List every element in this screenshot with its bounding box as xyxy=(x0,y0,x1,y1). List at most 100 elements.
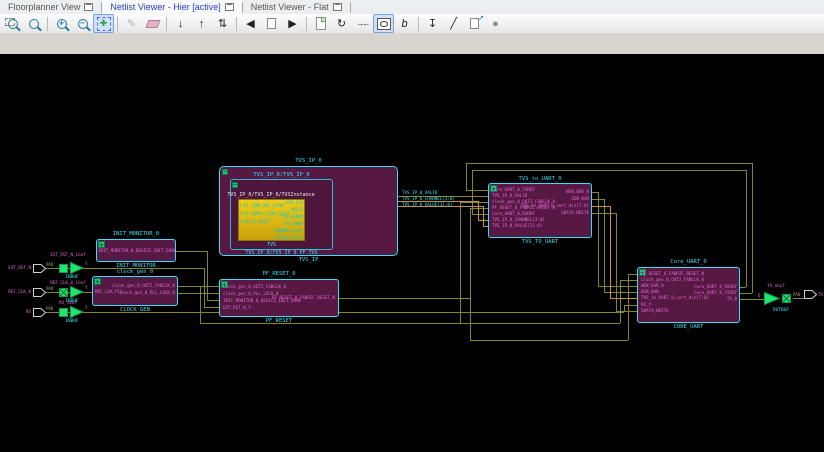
output-port[interactable] xyxy=(804,290,817,299)
wire[interactable] xyxy=(466,163,467,190)
wire[interactable] xyxy=(604,292,637,293)
wire[interactable] xyxy=(176,251,207,252)
outbuf-buffer[interactable] xyxy=(764,292,780,305)
wire[interactable] xyxy=(740,293,752,294)
netlist-canvas[interactable]: TVS_IP_0_VALID TVS_IP_0_CHANNEL[3:0] TVS… xyxy=(0,54,824,452)
fit-view-icon[interactable]: ✚ xyxy=(93,14,114,33)
save-view-icon[interactable]: ↧ xyxy=(422,14,443,33)
wire[interactable] xyxy=(740,299,764,300)
record-icon[interactable]: ● xyxy=(485,14,506,33)
bus-wire[interactable] xyxy=(610,298,637,299)
zoom-out-icon[interactable]: − xyxy=(72,14,93,33)
port-label: RX xyxy=(1,309,31,314)
export-view-icon[interactable]: ↗ xyxy=(464,14,485,33)
wire[interactable] xyxy=(178,286,219,287)
float-window-icon[interactable] xyxy=(225,3,234,11)
reload-icon[interactable]: ↻ xyxy=(331,14,352,33)
wire[interactable] xyxy=(460,202,488,203)
port-label: EXT_RST_N xyxy=(1,265,31,270)
block-pin: SDATA_WRITE xyxy=(641,308,669,313)
wire[interactable] xyxy=(616,213,617,311)
block-pin: CHANNEL[3:0] xyxy=(240,228,303,233)
wire[interactable] xyxy=(466,163,752,164)
tab-separator xyxy=(350,2,351,13)
push-pop-icon[interactable]: ⇅ xyxy=(212,14,233,33)
wire[interactable] xyxy=(592,213,616,214)
wire[interactable] xyxy=(339,298,470,299)
inbuf-buffer[interactable] xyxy=(70,262,84,274)
wire[interactable] xyxy=(178,293,219,294)
tab-netlist-hier[interactable]: Netlist Viewer - Hier [active] xyxy=(102,0,241,14)
port-label: TX xyxy=(818,292,823,297)
inbuf-buffer[interactable] xyxy=(70,286,84,298)
input-port[interactable] xyxy=(33,264,46,273)
bus-wire[interactable] xyxy=(483,206,484,226)
rename-icon[interactable]: b xyxy=(394,14,415,33)
tab-label: Floorplanner View xyxy=(8,2,80,12)
wire[interactable] xyxy=(470,340,628,341)
float-window-icon[interactable] xyxy=(333,3,342,11)
y-pin-label: Y xyxy=(85,305,87,310)
draw-line-icon[interactable]: ╱ xyxy=(443,14,464,33)
wire[interactable] xyxy=(746,170,747,287)
new-sheet-icon[interactable] xyxy=(310,14,331,33)
wire[interactable] xyxy=(616,311,637,312)
wire[interactable] xyxy=(200,286,201,323)
block-title: PF_RESET_0 xyxy=(219,271,339,277)
zoom-in-icon[interactable]: + xyxy=(51,14,72,33)
edit-mode-icon[interactable]: ✎ xyxy=(121,14,142,33)
back-icon[interactable]: ◀ xyxy=(240,14,261,33)
expand-icon[interactable]: + xyxy=(98,241,105,248)
block-type-label: CORE_UART xyxy=(637,324,740,330)
toolbar-separator xyxy=(47,17,48,31)
wire[interactable] xyxy=(204,268,205,307)
pad-cell[interactable] xyxy=(59,264,68,273)
block-pin: Core_UART_0_TXRDY xyxy=(637,290,737,295)
wire[interactable] xyxy=(44,292,92,293)
collapse-icon[interactable]: − xyxy=(222,169,228,175)
buffer-type-label: INBUF xyxy=(52,319,92,325)
forward-icon[interactable]: ▶ xyxy=(282,14,303,33)
wire[interactable] xyxy=(628,274,629,340)
toolbar-separator xyxy=(306,17,307,31)
zoom-selection-icon[interactable] xyxy=(23,14,44,33)
pad-pin-label: PAD xyxy=(46,262,53,267)
input-port[interactable] xyxy=(33,288,46,297)
wire[interactable] xyxy=(466,190,488,191)
zoom-window-icon[interactable] xyxy=(2,14,23,33)
tab-label: Netlist Viewer - Flat xyxy=(251,2,329,12)
wire[interactable] xyxy=(460,202,461,323)
wire[interactable] xyxy=(472,214,488,215)
block-pin: TVS_IP_0_CHANNEL[3:0] xyxy=(492,217,545,222)
tab-floorplanner[interactable]: Floorplanner View xyxy=(0,0,101,14)
current-sheet-icon[interactable] xyxy=(261,14,282,33)
bus-wire[interactable] xyxy=(478,201,479,220)
pop-up-icon[interactable]: ↑ xyxy=(191,14,212,33)
collapse-icon[interactable]: − xyxy=(232,182,238,188)
wire[interactable] xyxy=(472,170,473,214)
inbuf-buffer[interactable] xyxy=(70,306,84,318)
tab-netlist-flat[interactable]: Netlist Viewer - Flat xyxy=(243,0,350,14)
wire[interactable] xyxy=(793,298,804,299)
wire[interactable] xyxy=(752,163,753,293)
pad-cross-icon xyxy=(60,289,67,296)
wire[interactable] xyxy=(628,274,637,275)
bus-wire[interactable] xyxy=(592,206,610,207)
block-pin: EXT_RST_N_Y xyxy=(223,305,251,310)
eraser-icon[interactable] xyxy=(142,14,163,33)
wire[interactable] xyxy=(204,307,219,308)
input-port[interactable] xyxy=(33,308,46,317)
wire[interactable] xyxy=(207,300,219,301)
wire[interactable] xyxy=(740,287,746,288)
show-contents-icon[interactable] xyxy=(373,14,394,33)
wire[interactable] xyxy=(592,199,604,200)
collapse-all-icon[interactable]: →← xyxy=(352,14,373,33)
pad-cell[interactable] xyxy=(59,308,68,317)
float-window-icon[interactable] xyxy=(84,3,93,11)
bus-wire[interactable] xyxy=(610,206,611,298)
push-down-icon[interactable]: ↓ xyxy=(170,14,191,33)
wire[interactable] xyxy=(472,170,746,171)
pad-pin-label: PAD xyxy=(793,292,800,297)
wire[interactable] xyxy=(624,305,637,306)
wire[interactable] xyxy=(470,208,471,340)
